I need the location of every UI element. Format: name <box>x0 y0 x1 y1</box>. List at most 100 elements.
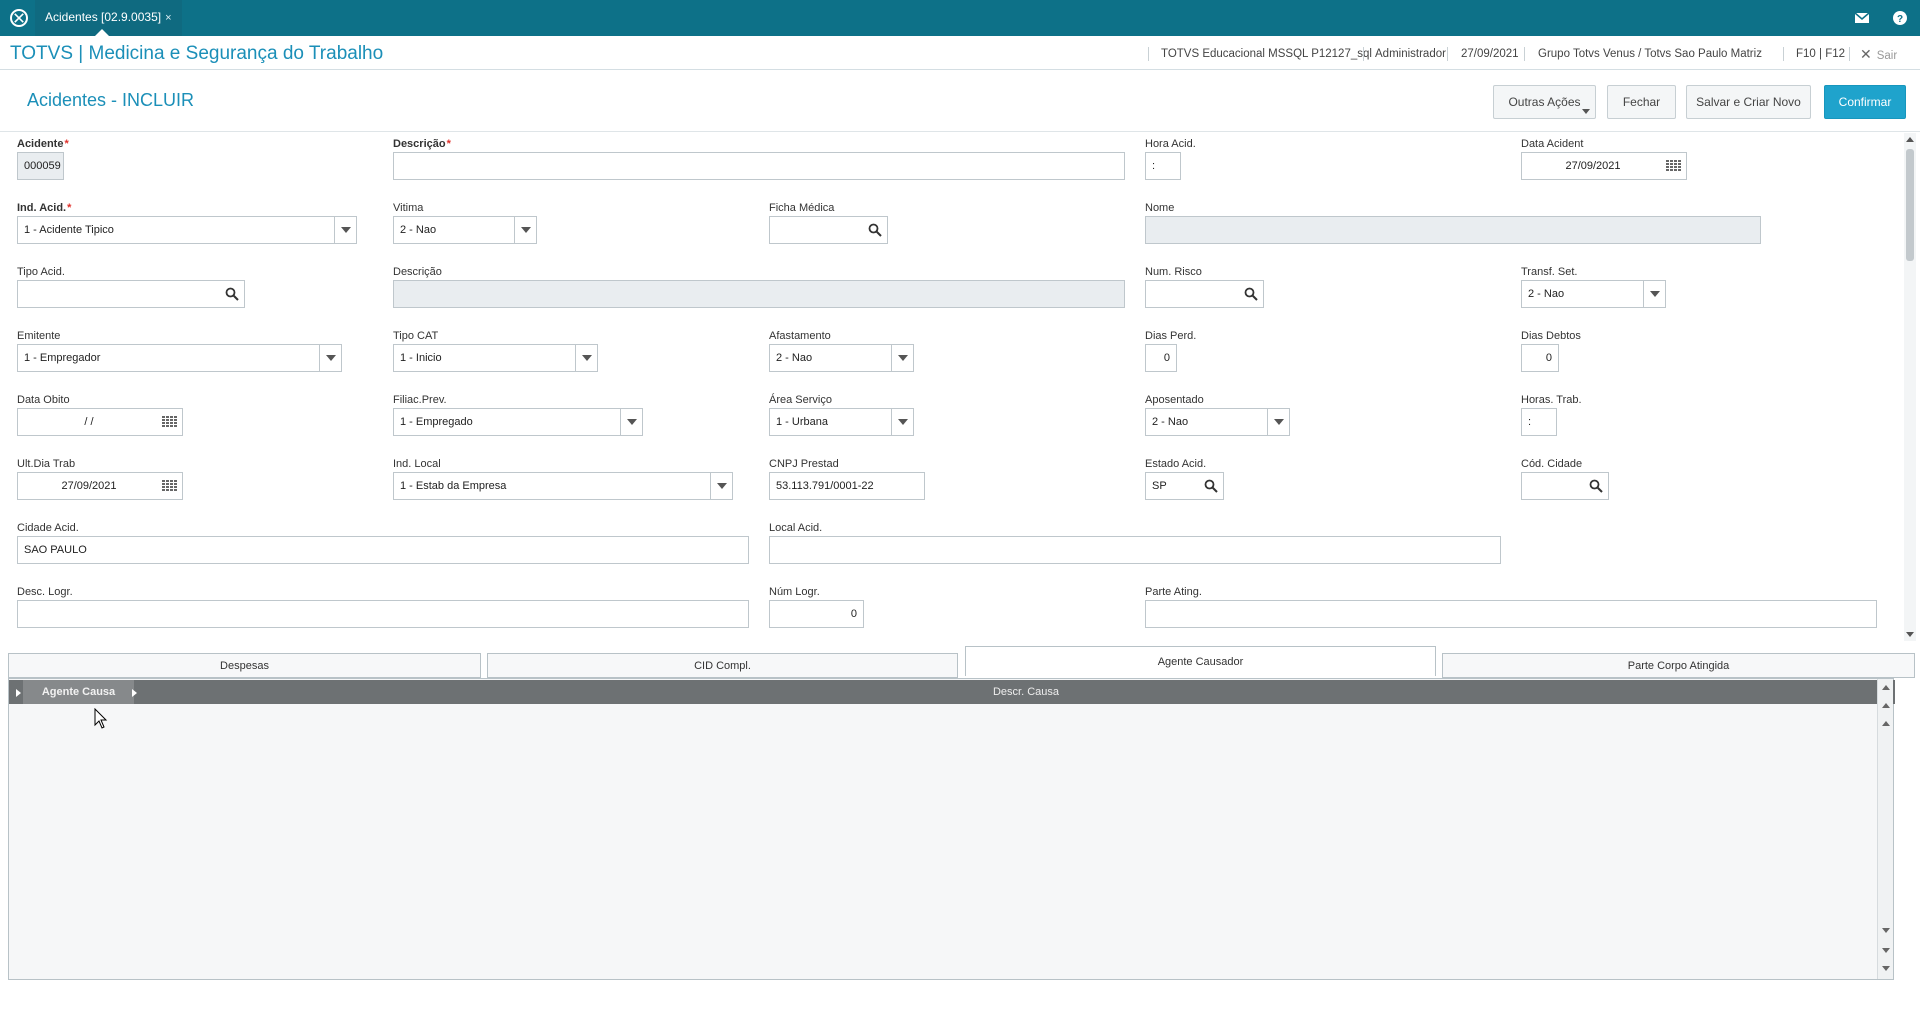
nome-field[interactable] <box>1145 216 1761 244</box>
chevron-down-icon[interactable] <box>334 217 356 243</box>
calendar-icon[interactable] <box>1666 160 1681 172</box>
ind-acid-select[interactable]: 1 - Acidente Tipico <box>17 216 357 244</box>
scroll-page-up-icon[interactable] <box>1882 703 1890 708</box>
chevron-down-icon[interactable] <box>1643 281 1665 307</box>
close-tab-icon[interactable]: × <box>165 12 171 24</box>
horas-trab-label: Horas. Trab. <box>1521 394 1582 406</box>
chevron-down-icon[interactable] <box>710 473 732 499</box>
area-servico-select[interactable]: 1 - Urbana <box>769 408 914 436</box>
chevron-down-icon[interactable] <box>891 409 913 435</box>
descricao-tipo-field[interactable] <box>393 280 1125 308</box>
data-obito-field[interactable]: / / <box>17 408 183 436</box>
cod-cidade-field[interactable] <box>1521 472 1609 500</box>
desc-logr-field[interactable] <box>17 600 749 628</box>
num-logr-field[interactable]: 0 <box>769 600 864 628</box>
descricao-label: Descrição* <box>393 138 451 150</box>
svg-text:?: ? <box>1897 14 1903 25</box>
filiac-prev-label: Filiac.Prev. <box>393 394 447 406</box>
chevron-down-icon[interactable] <box>575 345 597 371</box>
ult-dia-trab-field[interactable]: 27/09/2021 <box>17 472 183 500</box>
tab-agente-causador[interactable]: Agente Causador <box>965 646 1436 676</box>
column-agente-causa[interactable]: Agente Causa <box>23 680 134 704</box>
acidente-field[interactable]: 000059 <box>17 152 64 180</box>
dias-perd-label: Dias Perd. <box>1145 330 1197 342</box>
calendar-icon[interactable] <box>162 416 177 428</box>
aposentado-select[interactable]: 2 - Nao <box>1145 408 1290 436</box>
chevron-down-icon[interactable] <box>319 345 341 371</box>
chevron-down-icon[interactable] <box>1267 409 1289 435</box>
data-obito-label: Data Obito <box>17 394 70 406</box>
tipo-cat-select[interactable]: 1 - Inicio <box>393 344 598 372</box>
company-info[interactable]: Grupo Totvs Venus / Totvs Sao Paulo Matr… <box>1538 38 1762 70</box>
scroll-top-icon[interactable] <box>1882 685 1890 690</box>
search-icon[interactable] <box>1244 287 1258 301</box>
local-acid-field[interactable] <box>769 536 1501 564</box>
cidade-acid-field[interactable]: SAO PAULO <box>17 536 749 564</box>
search-icon[interactable] <box>868 223 882 237</box>
scrollbar-thumb[interactable] <box>1906 149 1914 261</box>
help-icon[interactable]: ? <box>1890 8 1910 28</box>
exit-button[interactable]: ✕ Sair <box>1860 38 1897 70</box>
search-icon[interactable] <box>225 287 239 301</box>
num-risco-field[interactable] <box>1145 280 1264 308</box>
more-actions-label: Outras Ações <box>1508 95 1581 109</box>
ind-local-select[interactable]: 1 - Estab da Empresa <box>393 472 733 500</box>
header-divider <box>1148 47 1149 61</box>
emitente-select[interactable]: 1 - Empregador <box>17 344 342 372</box>
tab-despesas[interactable]: Despesas <box>8 653 481 678</box>
scroll-bottom-icon[interactable] <box>1882 966 1890 971</box>
cnpj-prestad-field[interactable]: 53.113.791/0001-22 <box>769 472 925 500</box>
more-actions-button[interactable]: Outras Ações <box>1493 85 1596 119</box>
mail-icon[interactable] <box>1852 8 1872 28</box>
tipo-acid-label: Tipo Acid. <box>17 266 65 278</box>
dias-perd-field[interactable]: 0 <box>1145 344 1177 372</box>
num-risco-label: Num. Risco <box>1145 266 1202 278</box>
close-icon: ✕ <box>1860 46 1872 62</box>
grid-header: Agente Causa Descr. Causa <box>9 680 1895 704</box>
area-servico-label: Área Serviço <box>769 394 832 406</box>
chevron-down-icon[interactable] <box>620 409 642 435</box>
confirm-button[interactable]: Confirmar <box>1824 85 1906 119</box>
shortcuts-info[interactable]: F10 | F12 <box>1796 38 1845 70</box>
search-icon[interactable] <box>1204 479 1218 493</box>
save-and-new-button[interactable]: Salvar e Criar Novo <box>1686 85 1811 119</box>
user-info: Administrador <box>1375 48 1446 60</box>
tipo-acid-field[interactable] <box>17 280 245 308</box>
agente-causa-grid: Agente Causa Descr. Causa <box>8 678 1895 980</box>
scroll-up-icon[interactable] <box>1906 137 1914 142</box>
vitima-select[interactable]: 2 - Nao <box>393 216 537 244</box>
tab-parte-corpo-atingida[interactable]: Parte Corpo Atingida <box>1442 653 1915 678</box>
descricao-tipo-label: Descrição <box>393 266 442 278</box>
scroll-down-icon[interactable] <box>1882 928 1890 933</box>
header-divider <box>1849 47 1850 61</box>
dias-debtos-field[interactable]: 0 <box>1521 344 1559 372</box>
transf-set-select[interactable]: 2 - Nao <box>1521 280 1666 308</box>
grid-scrollbar[interactable] <box>1877 679 1893 979</box>
afastamento-label: Afastamento <box>769 330 831 342</box>
form-scrollbar[interactable] <box>1904 133 1916 641</box>
hora-acid-field[interactable]: : <box>1145 152 1181 180</box>
chevron-down-icon[interactable] <box>514 217 536 243</box>
filiac-prev-select[interactable]: 1 - Empregado <box>393 408 643 436</box>
header-divider <box>1447 47 1448 61</box>
calendar-icon[interactable] <box>162 480 177 492</box>
afastamento-select[interactable]: 2 - Nao <box>769 344 914 372</box>
data-acident-field[interactable]: 27/09/2021 <box>1521 152 1687 180</box>
column-descr-causa[interactable]: Descr. Causa <box>141 680 1911 704</box>
search-icon[interactable] <box>1589 479 1603 493</box>
ficha-medica-field[interactable] <box>769 216 888 244</box>
mouse-cursor-icon <box>94 708 108 729</box>
chevron-down-icon[interactable] <box>891 345 913 371</box>
active-tab-indicator <box>95 29 109 36</box>
scroll-down-icon[interactable] <box>1906 632 1914 637</box>
horas-trab-field[interactable]: : <box>1521 408 1557 436</box>
scroll-page-down-icon[interactable] <box>1882 948 1890 953</box>
descricao-field[interactable] <box>393 152 1125 180</box>
acidente-label: Acidente* <box>17 138 69 150</box>
estado-acid-field[interactable]: SP <box>1145 472 1224 500</box>
totvs-logo-icon[interactable] <box>8 7 30 29</box>
scroll-up-icon[interactable] <box>1882 721 1890 726</box>
close-button[interactable]: Fechar <box>1607 85 1676 119</box>
parte-ating-field[interactable] <box>1145 600 1877 628</box>
tab-cid-compl[interactable]: CID Compl. <box>487 653 958 678</box>
